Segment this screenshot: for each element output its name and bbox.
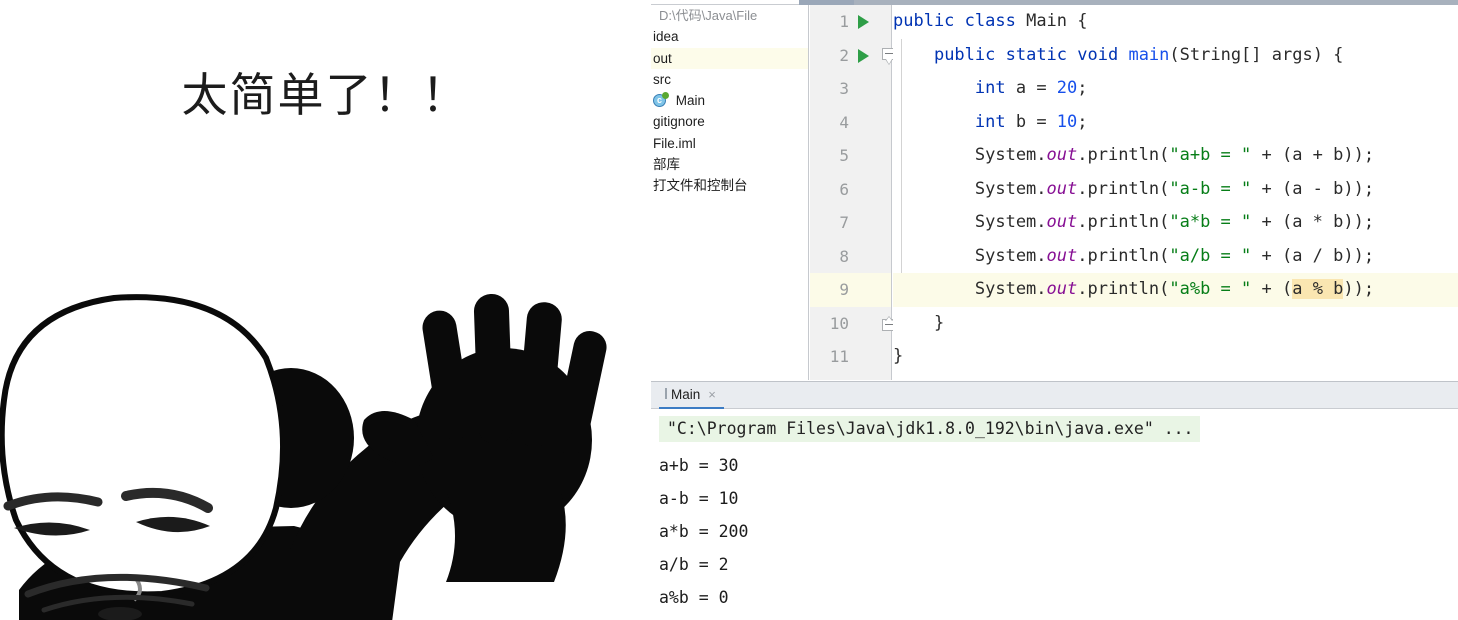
run-method-icon[interactable] [858,48,869,63]
line-number: 10 [829,313,849,333]
screenshot-root: 太简单了！！ D:\代码\Java\File idea out src c Ma… [0,0,1458,620]
line-number: 1 [839,12,849,31]
line-number: 7 [839,213,849,232]
tree-item-label: gitignore [653,114,705,130]
run-class-icon[interactable] [858,15,869,29]
java-class-icon: c [653,92,669,108]
code-line-5[interactable]: System.out.println("a+b = " + (a + b)); [893,139,1458,173]
code-line-11[interactable]: } [893,340,1458,374]
line-number: 11 [829,347,849,366]
line-number: 2 [839,45,849,65]
console-output-line: a+b = 30 [659,456,739,475]
code-line-8[interactable]: System.out.println("a/b = " + (a / b)); [893,240,1458,274]
gutter-row-11[interactable]: 11 [810,340,891,374]
gutter-row-2[interactable]: 2 [810,39,897,73]
console-output-line: a/b = 2 [659,555,729,574]
line-number: 9 [839,280,849,299]
code-line-10[interactable]: } [893,307,1458,341]
tree-item-label: idea [653,29,679,45]
tree-item-file-iml[interactable]: File.iml [651,133,808,154]
console-output-line: a-b = 10 [659,489,739,508]
meme-caption-text: 太简单了！！ [181,68,470,122]
gutter-row-4[interactable]: 4 [810,106,891,140]
code-line-7[interactable]: System.out.println("a*b = " + (a * b)); [893,206,1458,240]
tree-item-main-class[interactable]: c Main [651,90,808,111]
gutter-row-5[interactable]: 5 [810,139,891,173]
console-tab-label: Main [671,387,701,402]
code-line-6[interactable]: System.out.println("a-b = " + (a - b)); [893,173,1458,207]
tree-item-label: Main [675,93,706,109]
gutter-row-3[interactable]: 3 [810,72,891,106]
line-number: 6 [839,179,849,199]
run-tool-window: Main × "C:\Program Files\Java\jdk1.8.0_19… [651,381,1458,620]
tree-item-label: 打文件和控制台 [653,178,748,194]
line-number: 3 [839,79,849,98]
line-number: 4 [839,112,849,132]
console-command-line: "C:\Program Files\Java\jdk1.8.0_192\bin\… [659,416,1200,442]
code-line-1[interactable]: public class Main { [893,5,1458,39]
tree-item-gitignore[interactable]: gitignore [651,111,808,132]
gutter-row-1[interactable]: 1 [810,5,891,39]
console-tab-main[interactable]: Main × [659,382,724,409]
gutter-row-6[interactable]: 6 [810,173,891,207]
tree-item-scratches-and-consoles[interactable]: 打文件和控制台 [651,175,808,196]
project-tool-window[interactable]: D:\代码\Java\File idea out src c Main giti… [651,5,809,380]
close-icon[interactable]: × [708,382,716,408]
tree-item-label: File.iml [653,135,696,151]
tab-marker-icon [665,388,667,399]
console-tab-bar: Main × [651,382,1458,409]
gutter-row-10[interactable]: 10 [810,307,897,341]
line-number: 8 [839,246,849,266]
line-number: 5 [839,146,849,165]
console-command-wrap: "C:\Program Files\Java\jdk1.8.0_192\bin\… [651,416,1458,449]
code-editor[interactable]: public class Main { public static void m… [893,5,1458,380]
tree-item-label: src [653,71,671,87]
code-line-3[interactable]: int a = 20; [893,72,1458,106]
code-line-2[interactable]: public static void main(String[] args) { [893,39,1458,73]
tree-item-label: out [653,50,672,66]
console-output-line: a*b = 200 [659,522,749,541]
tree-item-external-libraries[interactable]: 部库 [651,154,808,175]
gutter-row-9[interactable]: 9 [810,273,891,307]
tree-item-out[interactable]: out [651,47,808,69]
console-output-line: a%b = 0 [659,588,729,607]
gutter-row-7[interactable]: 7 [810,206,891,240]
editor-gutter[interactable]: 1 2 3 4 5 6 7 8 9 10 11 [810,5,897,380]
intellij-ide-window: D:\代码\Java\File idea out src c Main giti… [651,0,1458,620]
meme-panel: 太简单了！！ [0,0,651,620]
tree-item-label: 部库 [653,157,680,173]
tree-item-project-root[interactable]: D:\代码\Java\File [651,5,808,26]
tree-item-idea[interactable]: idea [651,26,808,47]
panda-man-meme-image [0,190,651,620]
tree-item-src[interactable]: src [651,69,808,90]
console-output[interactable]: "C:\Program Files\Java\jdk1.8.0_192\bin\… [651,409,1458,620]
gutter-row-8[interactable]: 8 [810,240,891,274]
tree-item-label: D:\代码\Java\File [659,8,758,23]
code-line-4[interactable]: int b = 10; [893,106,1458,140]
code-line-9[interactable]: System.out.println("a%b = " + (a % b)); [893,273,1458,307]
